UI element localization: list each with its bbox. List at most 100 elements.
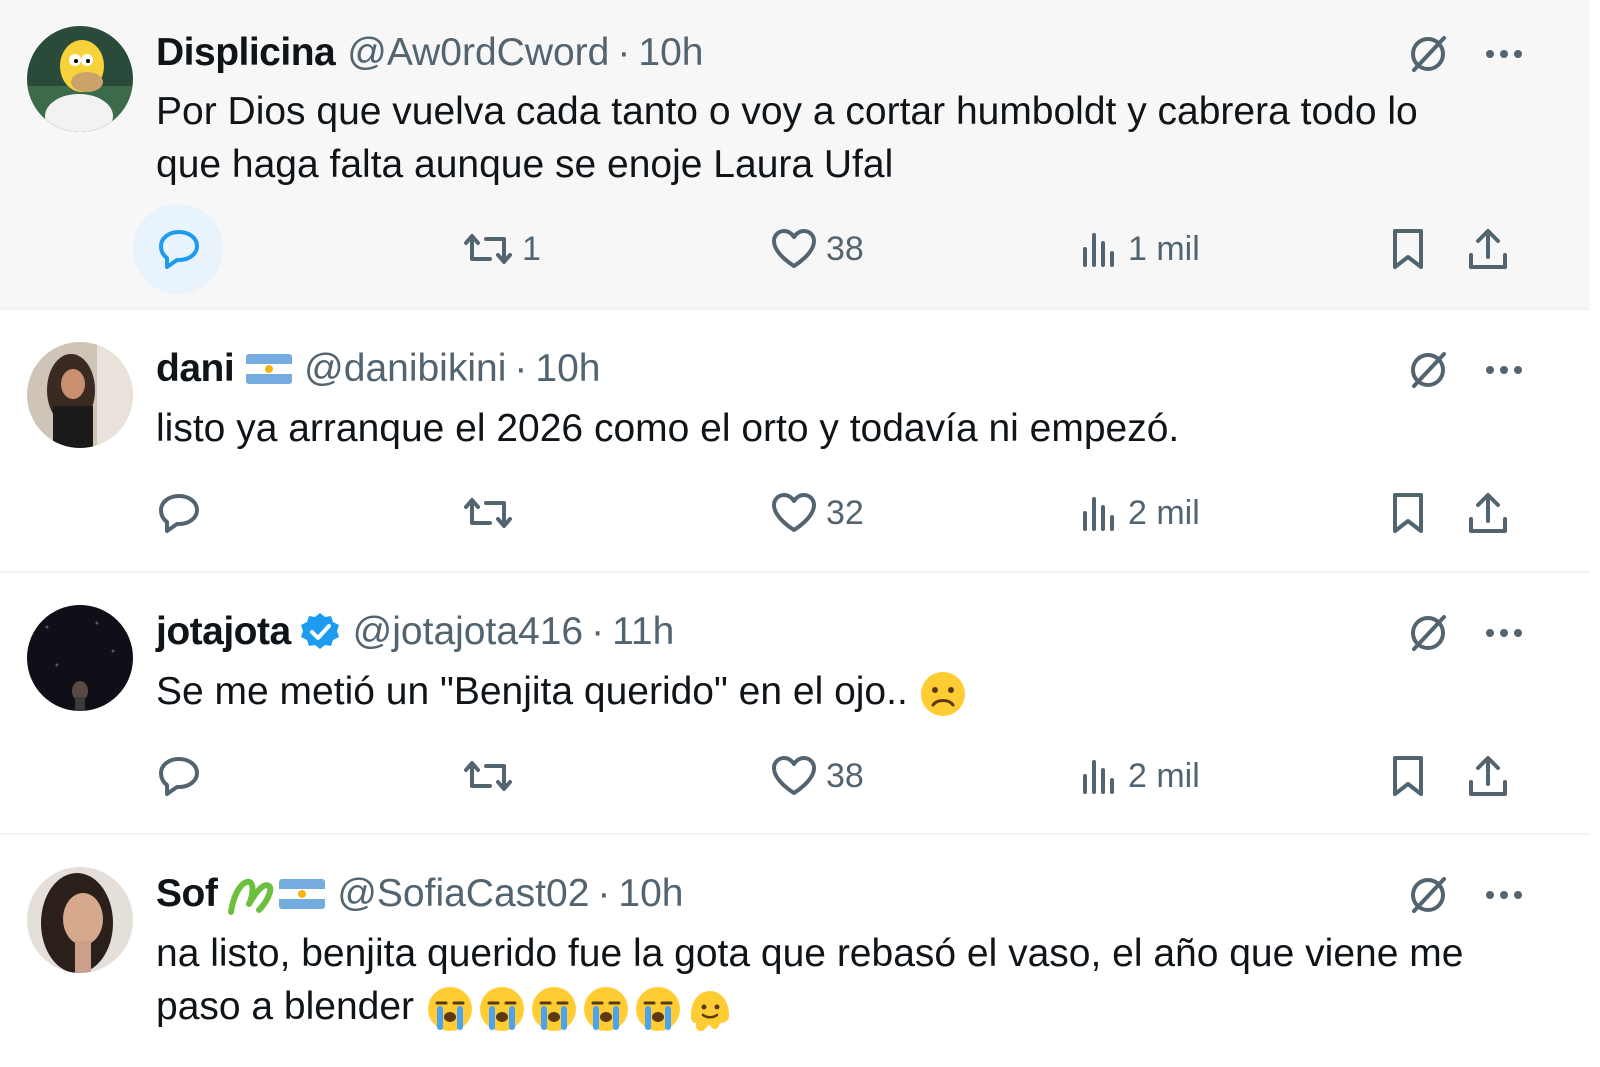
timestamp[interactable]: 11h: [612, 610, 674, 654]
retweet-button[interactable]: [462, 483, 514, 543]
argentina-flag-icon: [279, 879, 326, 909]
grok-icon[interactable]: [1404, 346, 1452, 394]
tweet-text-span: Se me metió un "Benjita querido" en el o…: [156, 670, 908, 713]
retweet-count: 1: [522, 229, 541, 268]
reply-button[interactable]: [155, 219, 201, 279]
tweet-text: listo ya arranque el 2026 como el orto y…: [156, 402, 1536, 455]
like-button[interactable]: 38: [770, 219, 864, 279]
share-button[interactable]: [1466, 219, 1510, 279]
heart-icon: [772, 229, 816, 268]
display-name[interactable]: jotajota: [156, 610, 291, 654]
like-button[interactable]: 38: [770, 746, 864, 806]
analytics-icon: [1083, 497, 1114, 531]
tweet-text-line: que haga falta aunque se enoje Laura Ufa…: [156, 143, 894, 186]
views-count: 1 mil: [1128, 229, 1200, 268]
share-button[interactable]: [1466, 746, 1510, 806]
crying-face-emoji-row: [425, 985, 735, 1033]
like-count: 32: [826, 493, 864, 532]
bookmark-button[interactable]: [1390, 483, 1426, 543]
reply-icon: [159, 494, 199, 533]
tweet-text-span: paso a blender: [156, 985, 415, 1028]
loudly-crying-face-icon: [479, 986, 524, 1031]
views-button[interactable]: 1 mil: [1080, 219, 1200, 279]
timestamp[interactable]: 10h: [618, 872, 683, 916]
share-icon: [1469, 493, 1507, 533]
tweet[interactable]: jotajota @jotajota416 · 11h Se me metió …: [0, 573, 1590, 835]
tweet[interactable]: Displicina @Aw0rdCword · 10h Por Dios qu…: [0, 0, 1590, 310]
tweet-text-line: Por Dios que vuelva cada tanto o voy a c…: [156, 90, 1418, 133]
avatar[interactable]: [27, 26, 133, 132]
like-count: 38: [826, 229, 864, 268]
share-icon: [1469, 756, 1507, 796]
tweet-actions: 1 38 1 mil: [0, 219, 1590, 279]
separator-dot: ·: [597, 872, 611, 915]
bookmark-button[interactable]: [1390, 219, 1426, 279]
share-icon: [1469, 229, 1507, 269]
reply-button[interactable]: [155, 483, 201, 543]
photo-avatar-icon: [27, 342, 133, 448]
user-handle[interactable]: @jotajota416: [353, 610, 583, 654]
loudly-crying-face-icon: [427, 986, 472, 1031]
share-button[interactable]: [1466, 483, 1510, 543]
more-options-icon[interactable]: [1480, 346, 1528, 394]
views-button[interactable]: 2 mil: [1080, 483, 1200, 543]
tweet-header: Sof @SofiaCast02 · 10h: [156, 869, 683, 919]
separator-dot: ·: [591, 610, 605, 653]
avatar[interactable]: [27, 867, 133, 973]
tweet-text: Por Dios que vuelva cada tanto o voy a c…: [156, 85, 1536, 191]
retweet-icon: [464, 498, 512, 528]
retweet-button[interactable]: [462, 746, 514, 806]
views-count: 2 mil: [1128, 493, 1200, 532]
dark-avatar-icon: [27, 605, 133, 711]
bookmark-icon: [1393, 493, 1423, 533]
loudly-crying-face-icon: [531, 986, 576, 1031]
like-button[interactable]: 32: [770, 483, 864, 543]
loudly-crying-face-icon: [583, 986, 628, 1031]
avatar[interactable]: [27, 605, 133, 711]
grok-icon[interactable]: [1404, 871, 1452, 919]
tweet-actions: 38 2 mil: [0, 746, 1590, 806]
tweet[interactable]: Sof @SofiaCast02 · 10h na listo, benjita…: [0, 835, 1590, 1067]
tweet-header: Displicina @Aw0rdCword · 10h: [156, 28, 703, 78]
bookmark-button[interactable]: [1390, 746, 1426, 806]
reply-icon: [159, 230, 199, 269]
user-handle[interactable]: @danibikini: [304, 347, 506, 391]
reply-button[interactable]: [155, 746, 201, 806]
analytics-icon: [1083, 760, 1114, 794]
heart-icon: [772, 756, 816, 795]
tweet-text: Se me metió un "Benjita querido" en el o…: [156, 665, 1536, 718]
more-options-icon[interactable]: [1480, 609, 1528, 657]
more-options-icon[interactable]: [1480, 871, 1528, 919]
timestamp[interactable]: 10h: [535, 347, 600, 391]
more-options-icon[interactable]: [1480, 30, 1528, 78]
grok-icon[interactable]: [1404, 609, 1452, 657]
tweet-header: dani @danibikini · 10h: [156, 344, 600, 394]
reply-feed: Displicina @Aw0rdCword · 10h Por Dios qu…: [0, 0, 1600, 1067]
views-button[interactable]: 2 mil: [1080, 746, 1200, 806]
homer-avatar-icon: [27, 26, 133, 132]
bookmark-icon: [1393, 229, 1423, 269]
user-handle[interactable]: @Aw0rdCword: [347, 31, 609, 75]
avatar[interactable]: [27, 342, 133, 448]
display-name[interactable]: Sof: [156, 872, 218, 916]
tweet-actions: 32 2 mil: [0, 483, 1590, 543]
grok-icon[interactable]: [1404, 30, 1452, 78]
separator-dot: ·: [617, 31, 631, 74]
like-count: 38: [826, 756, 864, 795]
display-name[interactable]: dani: [156, 347, 235, 391]
verified-badge-icon: [299, 611, 341, 653]
tweet-text-line: Se me metió un "Benjita querido" en el o…: [156, 665, 1536, 718]
user-handle[interactable]: @SofiaCast02: [337, 872, 589, 916]
separator-dot: ·: [514, 347, 528, 390]
display-name[interactable]: Displicina: [156, 31, 336, 75]
melting-face-icon: [690, 990, 729, 1031]
bookmark-icon: [1393, 756, 1423, 796]
tweet-header: jotajota @jotajota416 · 11h: [156, 607, 674, 657]
retweet-icon: [464, 761, 512, 791]
loudly-crying-face-icon: [635, 986, 680, 1031]
timestamp[interactable]: 10h: [638, 31, 703, 75]
tweet[interactable]: dani @danibikini · 10h listo ya arranque…: [0, 310, 1590, 573]
retweet-button[interactable]: 1: [462, 219, 541, 279]
tweet-text-line: listo ya arranque el 2026 como el orto y…: [156, 407, 1180, 450]
analytics-icon: [1083, 233, 1114, 267]
